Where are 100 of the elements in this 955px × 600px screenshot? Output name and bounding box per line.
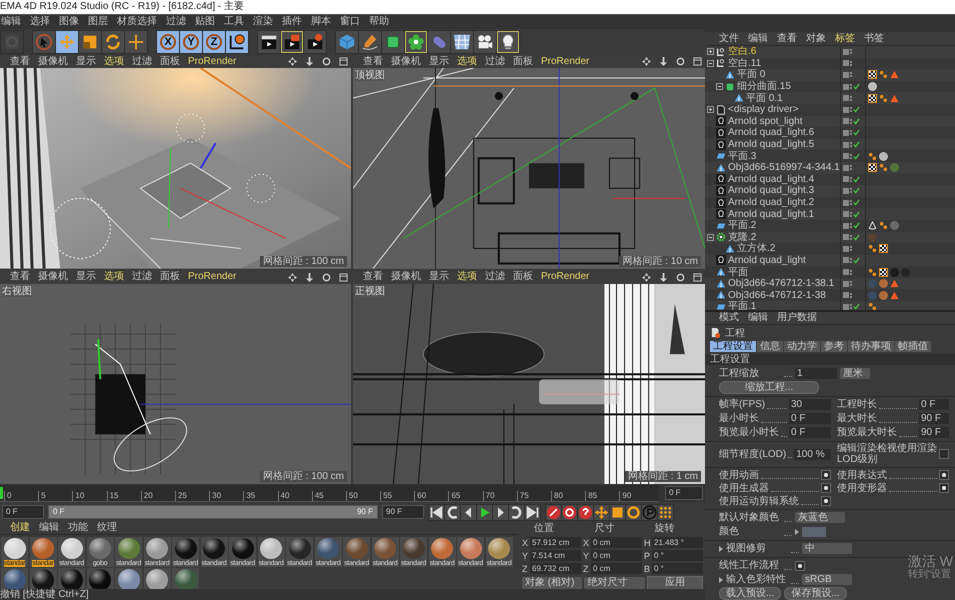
- viewport-menu-item[interactable]: 摄像机: [38, 271, 68, 283]
- checkbox[interactable]: [821, 496, 831, 506]
- object-row[interactable]: 平面 0.1: [705, 92, 955, 104]
- scale-square-icon[interactable]: [610, 504, 625, 520]
- auto-key-icon[interactable]: [562, 504, 577, 520]
- number-field[interactable]: 90 F: [919, 413, 949, 424]
- number-field[interactable]: 0 F: [919, 399, 949, 410]
- axis-lock-button[interactable]: X: [157, 31, 179, 53]
- material-menu-item[interactable]: 纹理: [97, 522, 117, 534]
- record-key-icon[interactable]: [546, 504, 561, 520]
- render-view-button[interactable]: [258, 31, 280, 53]
- move-arrows-icon[interactable]: [288, 57, 297, 66]
- viewport-menu-item[interactable]: 摄像机: [391, 271, 421, 283]
- camera-button[interactable]: [474, 31, 496, 53]
- object-name[interactable]: Arnold quad_light.2: [728, 197, 814, 208]
- skip-end-icon[interactable]: [525, 504, 540, 520]
- object-name[interactable]: 平面: [728, 266, 748, 278]
- coordinate-field[interactable]: 0 °: [652, 563, 703, 574]
- viewport-menu-item[interactable]: 查看: [363, 271, 383, 283]
- select-tool-button[interactable]: [33, 31, 55, 53]
- viewport-menu-item[interactable]: 显示: [429, 271, 449, 283]
- expand-toggle-icon[interactable]: [707, 48, 714, 56]
- checkbox[interactable]: [939, 483, 949, 494]
- rotate-tool-button[interactable]: [102, 31, 124, 53]
- coordinate-field[interactable]: 7.514 cm: [530, 550, 581, 561]
- material-menu-item[interactable]: 功能: [68, 522, 88, 534]
- render-picture-viewer-button[interactable]: [281, 31, 303, 53]
- phong-dots-icon[interactable]: [868, 302, 877, 310]
- viewport-menu-item[interactable]: ProRender: [541, 271, 590, 283]
- menu-item[interactable]: 插件: [282, 16, 302, 28]
- menu-item[interactable]: 贴图: [195, 16, 215, 28]
- pen-spline-button[interactable]: [359, 31, 381, 53]
- enabled-check-icon[interactable]: [853, 187, 860, 194]
- coordinate-field[interactable]: 69.732 cm: [530, 563, 581, 574]
- object-row[interactable]: Arnold quad_light.3: [705, 185, 955, 197]
- recent-tool-button[interactable]: [125, 31, 147, 53]
- end-frame-field[interactable]: 90 F: [382, 505, 424, 519]
- viewport-menu-item[interactable]: 过滤: [132, 271, 152, 283]
- object-row[interactable]: Arnold quad_light: [705, 254, 955, 266]
- coordinate-field[interactable]: 0 cm: [591, 563, 642, 574]
- help-key-icon[interactable]: [578, 504, 593, 520]
- manager-menu-item[interactable]: 对象: [806, 32, 826, 44]
- panel-icon[interactable]: [339, 272, 348, 282]
- warning-triangle-icon[interactable]: [890, 94, 899, 103]
- object-name[interactable]: 平面.2: [728, 220, 756, 232]
- material-menu-item[interactable]: 创建: [10, 522, 30, 534]
- phong-dots-icon[interactable]: [868, 152, 877, 161]
- enabled-check-icon[interactable]: [853, 129, 860, 136]
- view-clip-dropdown[interactable]: 中: [802, 543, 852, 554]
- number-field[interactable]: 90 F: [919, 427, 949, 438]
- object-name[interactable]: 空白.11: [728, 58, 762, 69]
- object-name[interactable]: Arnold quad_light.6: [728, 127, 814, 138]
- cone-tag-icon[interactable]: [868, 221, 877, 230]
- manager-menu-item[interactable]: 模式: [719, 312, 739, 324]
- number-field[interactable]: 30: [789, 399, 831, 410]
- enabled-check-icon[interactable]: [853, 118, 860, 125]
- rotate-icon[interactable]: [322, 272, 331, 282]
- viewport-menu-item[interactable]: 摄像机: [38, 56, 68, 68]
- viewport-menu-item[interactable]: 面板: [160, 271, 180, 283]
- down-arrow-icon[interactable]: [659, 272, 668, 282]
- down-arrow-icon[interactable]: [659, 57, 668, 66]
- coordinate-field[interactable]: 21.483 °: [652, 537, 703, 548]
- panel-icon[interactable]: [693, 57, 702, 66]
- down-arrow-icon[interactable]: [305, 272, 314, 282]
- viewport-menu-item[interactable]: 显示: [76, 271, 96, 283]
- material-tag-icon[interactable]: [879, 152, 888, 161]
- checker-tag-icon[interactable]: [868, 94, 877, 103]
- mode-dropdown[interactable]: 绝对尺寸: [584, 577, 645, 589]
- viewport-menu-item[interactable]: 显示: [429, 56, 449, 68]
- menu-item[interactable]: 过滤: [166, 16, 186, 28]
- subdivision-surface-button[interactable]: [382, 31, 404, 53]
- color-swatch[interactable]: [802, 526, 826, 537]
- cube-primitive-button[interactable]: [336, 31, 358, 53]
- rotate-icon[interactable]: [322, 57, 331, 66]
- viewport-menu-item[interactable]: 面板: [160, 56, 180, 68]
- phong-dots-icon[interactable]: [879, 94, 888, 103]
- checkbox[interactable]: [939, 470, 949, 480]
- light-button[interactable]: [497, 31, 519, 53]
- object-name[interactable]: 立方体.2: [737, 243, 776, 254]
- object-name[interactable]: Obj3d66-476712-1-38: [728, 290, 826, 301]
- menu-item[interactable]: 选择: [30, 16, 50, 28]
- move-arrows-icon[interactable]: [594, 504, 609, 520]
- object-row[interactable]: Arnold spot_light: [705, 116, 955, 128]
- viewport-menu-item[interactable]: 摄像机: [391, 56, 421, 68]
- number-field[interactable]: 100 %: [794, 448, 831, 460]
- object-name[interactable]: Arnold spot_light: [728, 116, 802, 127]
- checkbox[interactable]: [821, 483, 831, 494]
- next-key-icon[interactable]: [509, 504, 524, 520]
- color-profile-dropdown[interactable]: sRGB: [802, 574, 852, 586]
- viewport-panel[interactable]: 正视图 网格间距 : 1 cm: [353, 284, 705, 484]
- viewport-menu-item[interactable]: 查看: [10, 56, 30, 68]
- rotate-arrows-icon[interactable]: [626, 504, 641, 520]
- manager-menu-item[interactable]: 编辑: [748, 312, 768, 324]
- down-arrow-icon[interactable]: [305, 57, 314, 66]
- viewport-panel[interactable]: 网格间距 : 100 cm: [0, 68, 351, 268]
- move-arrows-icon[interactable]: [642, 57, 651, 66]
- manager-menu-item[interactable]: 查看: [777, 32, 797, 44]
- viewport-menu-item[interactable]: ProRender: [188, 271, 236, 283]
- number-field[interactable]: 1: [795, 368, 837, 379]
- number-field[interactable]: 0 F: [789, 427, 831, 438]
